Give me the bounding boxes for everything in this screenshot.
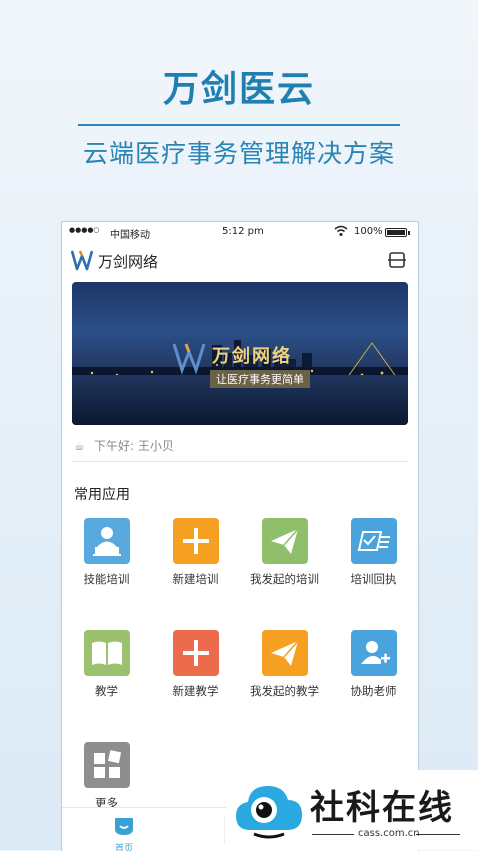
- app-label: 新建教学: [172, 684, 219, 698]
- banner-logo-icon: [172, 343, 206, 374]
- app-assist-teacher[interactable]: 协助老师: [329, 630, 418, 699]
- add-user-icon: [350, 630, 397, 676]
- banner-brand: 万剑网络: [212, 346, 292, 367]
- promo-divider: [78, 124, 400, 126]
- app-training-receipt[interactable]: 培训回执: [329, 518, 418, 587]
- app-my-training[interactable]: 我发起的培训: [240, 518, 329, 587]
- greeting-text: 下午好: 王小贝: [94, 439, 174, 453]
- watermark: 社科在线 cass.com.cn: [226, 770, 478, 850]
- promo-banner[interactable]: 万剑网络 让医疗事务更简单: [72, 282, 408, 425]
- app-label: 新建培训: [172, 572, 219, 586]
- status-time: 5:12 pm: [222, 226, 264, 237]
- banner-slogan: 让医疗事务更简单: [210, 370, 310, 388]
- book-icon: [83, 630, 130, 676]
- carrier-name: 中国移动: [110, 230, 150, 241]
- watermark-rule-left: [312, 834, 354, 835]
- watermark-rule-right: [416, 834, 460, 835]
- lecture-icon: [83, 518, 130, 564]
- app-title: 万剑网络: [98, 253, 159, 271]
- plus-icon: [172, 630, 219, 676]
- scan-icon[interactable]: [388, 252, 406, 268]
- battery-percent: 100%: [354, 226, 383, 237]
- home-icon: [115, 818, 133, 835]
- app-teaching[interactable]: 教学: [62, 630, 151, 699]
- coffee-cup-icon: ☕: [74, 439, 85, 453]
- app-label: 技能培训: [83, 572, 130, 586]
- receipt-icon: [350, 518, 397, 564]
- phone-screen: ●●●●○ 中国移动 5:12 pm 100% 万剑网络 万剑网络 让医疗事务更…: [61, 221, 419, 851]
- app-label: 教学: [95, 684, 118, 698]
- status-bar: ●●●●○ 中国移动 5:12 pm 100%: [62, 222, 418, 242]
- greeting: ☕ 下午好: 王小贝: [74, 437, 174, 454]
- plus-icon: [172, 518, 219, 564]
- paper-plane-icon: [261, 630, 308, 676]
- promo-title: 万剑医云: [162, 69, 315, 110]
- watermark-url: cass.com.cn: [358, 828, 420, 839]
- signal-icon: ●●●●○: [69, 226, 100, 234]
- app-new-training[interactable]: 新建培训: [151, 518, 240, 587]
- tab-home[interactable]: 首页: [94, 810, 154, 851]
- battery-icon: [385, 228, 410, 237]
- app-label: 培训回执: [350, 572, 397, 586]
- app-label: 协助老师: [350, 684, 397, 698]
- tab-divider: [224, 816, 225, 844]
- cloud-logo-icon: [236, 786, 302, 839]
- wifi-icon: [334, 225, 348, 240]
- app-more[interactable]: 更多: [62, 742, 151, 811]
- app-label: 我发起的教学: [250, 684, 319, 698]
- section-title: 常用应用: [74, 487, 130, 503]
- paper-plane-icon: [261, 518, 308, 564]
- app-skill-training[interactable]: 技能培训: [62, 518, 151, 587]
- grid-icon: [83, 742, 130, 788]
- app-label: 我发起的培训: [250, 572, 319, 586]
- app-logo-icon: [71, 250, 93, 271]
- divider: [72, 461, 408, 462]
- promo-subtitle: 云端医疗事务管理解决方案: [82, 139, 395, 168]
- app-bar: 万剑网络: [62, 246, 418, 276]
- watermark-text: 社科在线: [310, 788, 454, 828]
- app-my-teaching[interactable]: 我发起的教学: [240, 630, 329, 699]
- app-new-teaching[interactable]: 新建教学: [151, 630, 240, 699]
